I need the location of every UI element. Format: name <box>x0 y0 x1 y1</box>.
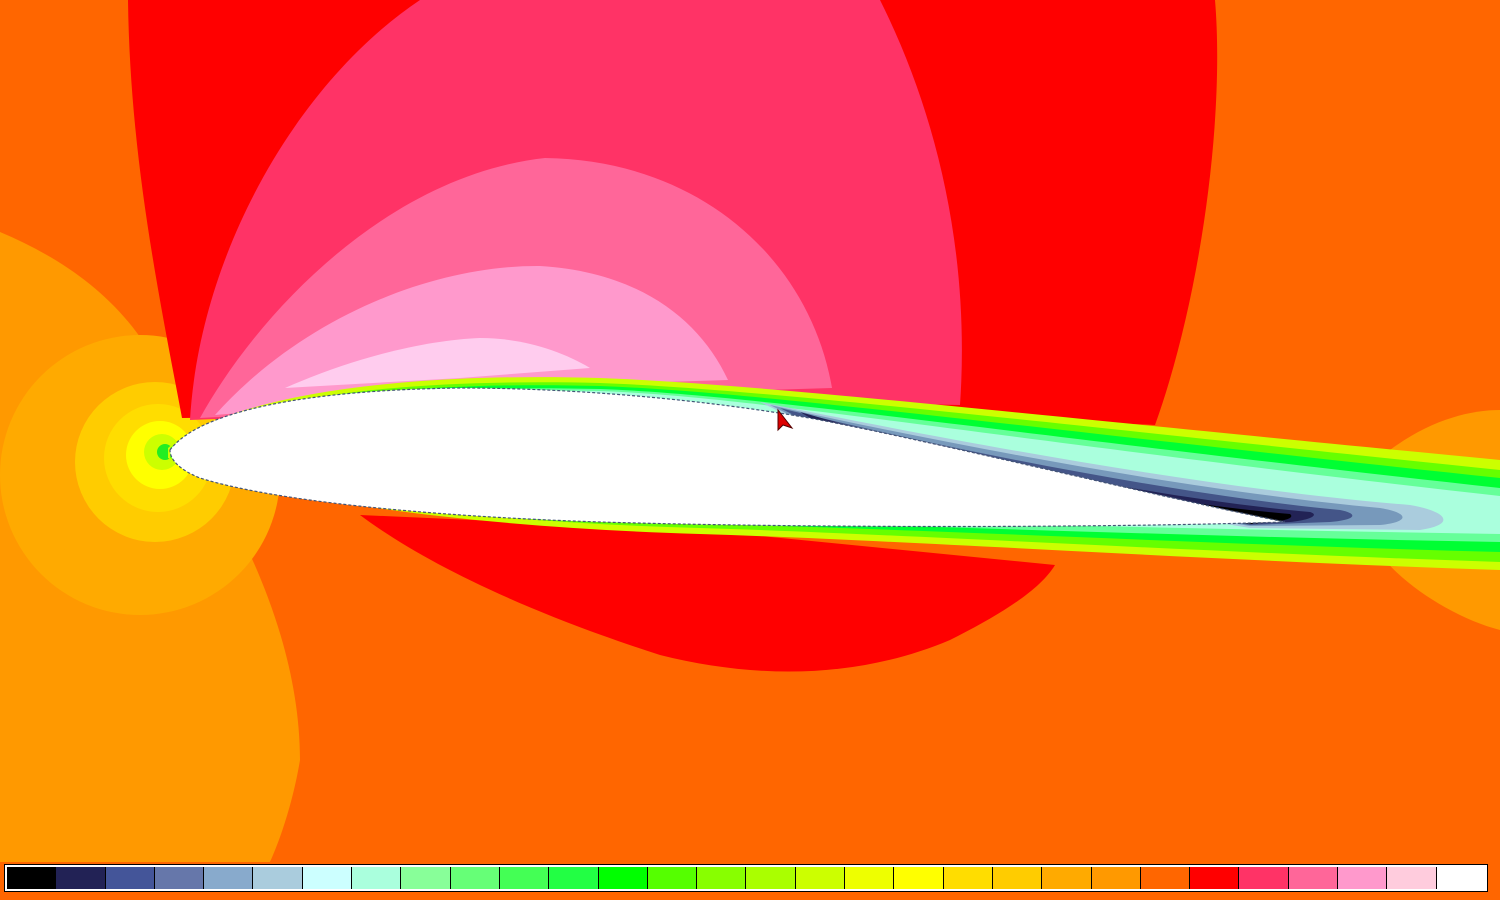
contour-plot-viewport[interactable] <box>0 0 1500 862</box>
colorbar-swatch <box>598 867 648 889</box>
colorbar-swatch <box>302 867 353 889</box>
colorbar-swatch <box>697 867 747 889</box>
colorbar-swatch <box>894 867 944 889</box>
colorbar-swatch <box>647 867 698 889</box>
contour-colorbar-legend <box>4 864 1488 892</box>
colorbar-swatch <box>992 867 1043 889</box>
colorbar-swatch <box>1140 867 1191 889</box>
colorbar-swatch <box>1288 867 1339 889</box>
colorbar-swatch <box>401 867 451 889</box>
colorbar-swatch <box>1239 867 1289 889</box>
colorbar-swatch <box>253 867 303 889</box>
colorbar-swatch <box>450 867 500 889</box>
colorbar-swatch <box>1042 867 1092 889</box>
colorbar-swatch <box>154 867 205 889</box>
colorbar-swatch <box>1387 867 1437 889</box>
colorbar-swatch <box>204 867 254 889</box>
colorbar-swatch <box>549 867 599 889</box>
colorbar-swatch <box>746 867 796 889</box>
colorbar-swatch <box>795 867 846 889</box>
colorbar-swatch <box>845 867 895 889</box>
colorbar-swatch <box>105 867 155 889</box>
colorbar-swatch <box>1338 867 1388 889</box>
colorbar-swatch <box>943 867 993 889</box>
colorbar-swatch <box>1190 867 1240 889</box>
colorbar-swatch <box>1091 867 1141 889</box>
colorbar-swatch <box>56 867 106 889</box>
colorbar-swatch <box>352 867 402 889</box>
colorbar-swatch <box>499 867 550 889</box>
colorbar-swatch <box>7 867 57 889</box>
colorbar-swatch <box>1436 867 1485 889</box>
